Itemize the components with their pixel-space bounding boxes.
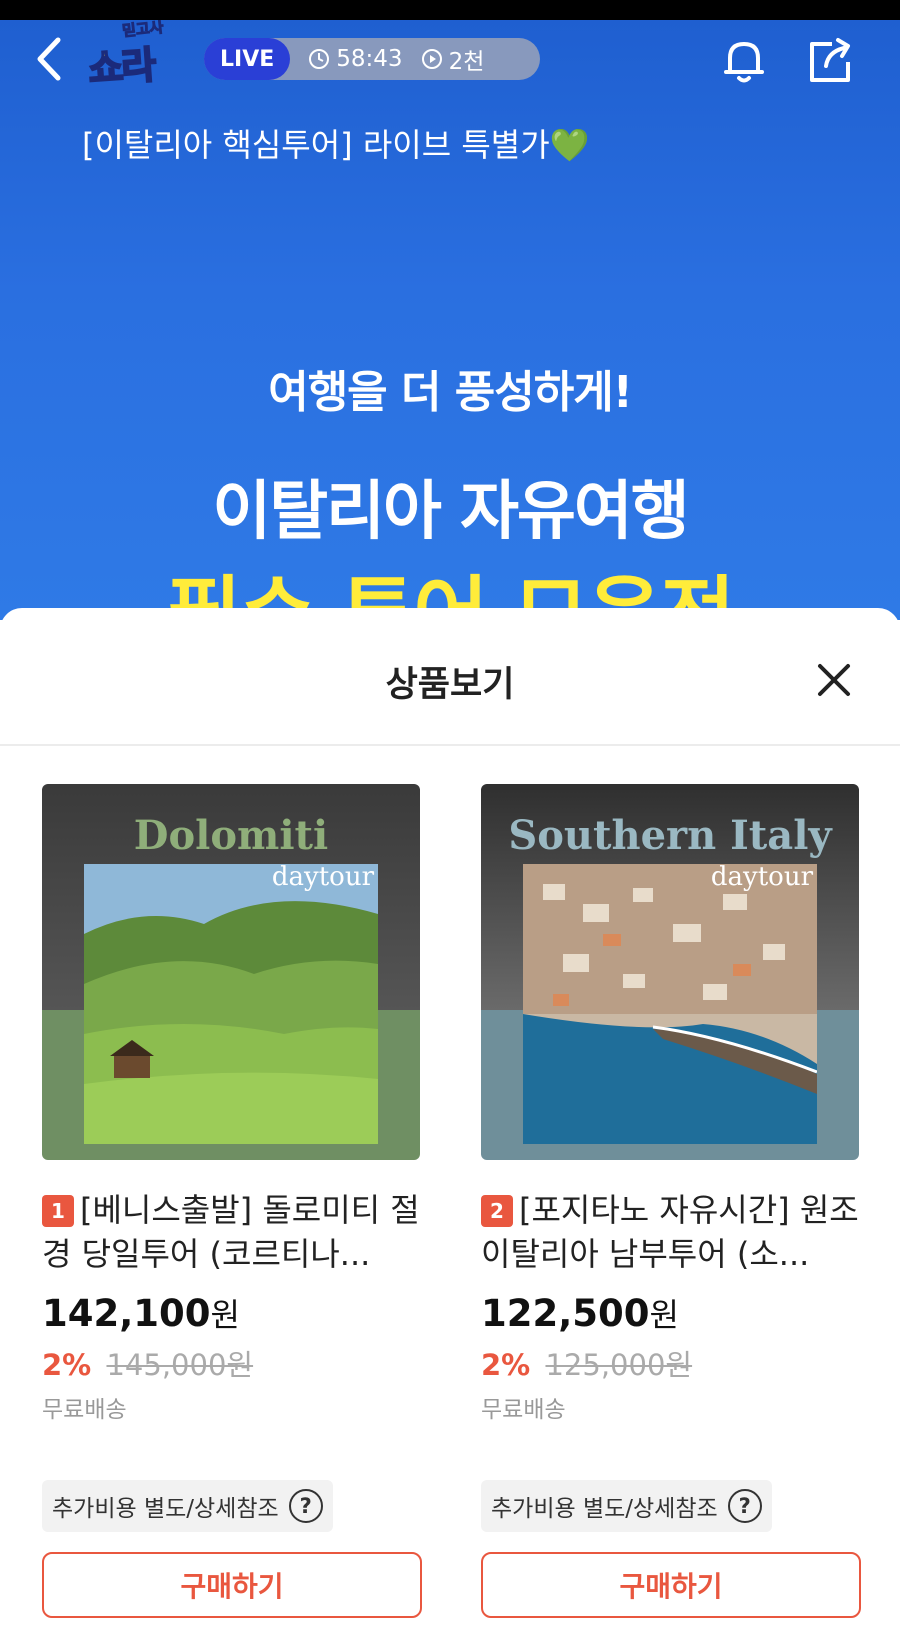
view-count: 2천 xyxy=(421,42,485,76)
close-icon[interactable] xyxy=(812,658,856,702)
promo-subtitle: 여행을 더 풍성하게! xyxy=(268,367,633,418)
live-badge: LIVE xyxy=(204,38,291,80)
thumbnail-subtitle: daytour xyxy=(271,862,374,892)
back-icon[interactable] xyxy=(28,34,72,84)
price-value: 142,100 xyxy=(42,1292,211,1335)
status-bar xyxy=(0,0,900,20)
original-price: 125,000원 xyxy=(545,1348,693,1382)
help-icon[interactable]: ? xyxy=(288,1489,323,1523)
landscape-image xyxy=(84,864,378,1144)
live-video[interactable]: 믿고사 쇼라 LIVE 58:43 2천 [이탈리아 핵심투어] 라이브 특별가… xyxy=(0,20,900,620)
price-value: 122,500 xyxy=(481,1292,650,1335)
extra-cost-text: 추가비용 별도/상세참조 xyxy=(52,1496,279,1522)
thumbnail-title: Southern Italy xyxy=(508,812,832,859)
live-title-text: [이탈리아 핵심투어] 라이브 특별가 xyxy=(82,126,550,164)
channel-logo[interactable]: 믿고사 쇼라 xyxy=(86,20,188,92)
product-sheet: 상품보기 Dolomiti daytour 1 [베니스출발] 돌로미티 절경 당… xyxy=(0,608,900,1647)
sheet-header: 상품보기 xyxy=(0,608,900,746)
clock-icon xyxy=(309,49,330,69)
discount-rate: 2% xyxy=(42,1348,92,1382)
share-icon[interactable] xyxy=(802,32,858,88)
product-price: 122,500원 xyxy=(481,1290,861,1336)
product-thumbnail[interactable]: Dolomiti daytour xyxy=(42,784,420,1160)
live-status-pill: LIVE 58:43 2천 xyxy=(204,38,540,80)
product-name-text: [포지타노 자유시간] 원조 이탈리아 남부투어 (소... xyxy=(481,1191,859,1273)
product-name-text: [베니스출발] 돌로미티 절경 당일투어 (코르티나... xyxy=(42,1191,420,1273)
extra-cost-notice[interactable]: 추가비용 별도/상세참조 ? xyxy=(42,1480,333,1532)
rank-badge: 2 xyxy=(481,1195,513,1227)
product-name[interactable]: 2 [포지타노 자유시간] 원조 이탈리아 남부투어 (소... xyxy=(481,1188,861,1276)
discount-row: 2% 125,000원 xyxy=(481,1342,861,1384)
live-title: [이탈리아 핵심투어] 라이브 특별가💚 xyxy=(82,120,590,166)
green-heart-icon: 💚 xyxy=(549,126,590,164)
bell-icon[interactable] xyxy=(716,32,772,88)
price-currency: 원 xyxy=(649,1296,679,1334)
discount-rate: 2% xyxy=(481,1348,531,1382)
rank-badge: 1 xyxy=(42,1195,74,1227)
product-name[interactable]: 1 [베니스출발] 돌로미티 절경 당일투어 (코르티나... xyxy=(42,1188,422,1276)
extra-cost-notice[interactable]: 추가비용 별도/상세참조 ? xyxy=(481,1480,772,1532)
coastal-town-image xyxy=(523,864,817,1144)
shipping-info: 무료배송 xyxy=(481,1397,566,1423)
view-count-text: 2천 xyxy=(448,49,485,75)
buy-button[interactable]: 구매하기 xyxy=(42,1552,422,1618)
original-price: 145,000원 xyxy=(106,1348,254,1382)
promo-headline: 이탈리아 자유여행 xyxy=(212,475,689,549)
product-card[interactable]: Dolomiti daytour 1 [베니스출발] 돌로미티 절경 당일투어 (… xyxy=(42,784,422,1618)
sheet-title: 상품보기 xyxy=(385,665,515,705)
help-icon[interactable]: ? xyxy=(727,1489,762,1523)
product-card[interactable]: Southern Italy daytour 2 [포지타노 자유시간] 원조 이… xyxy=(481,784,861,1618)
discount-row: 2% 145,000원 xyxy=(42,1342,422,1384)
timer-text: 58:43 xyxy=(336,46,403,72)
shipping-info: 무료배송 xyxy=(42,1397,127,1423)
extra-cost-text: 추가비용 별도/상세참조 xyxy=(491,1496,718,1522)
buy-button[interactable]: 구매하기 xyxy=(481,1552,861,1618)
thumbnail-title: Dolomiti xyxy=(133,812,329,859)
product-price: 142,100원 xyxy=(42,1290,422,1336)
play-icon xyxy=(421,49,442,69)
logo-main-text: 쇼라 xyxy=(86,42,157,92)
timer: 58:43 xyxy=(308,46,403,72)
product-thumbnail[interactable]: Southern Italy daytour xyxy=(481,784,859,1160)
thumbnail-subtitle: daytour xyxy=(710,862,813,892)
price-currency: 원 xyxy=(210,1296,240,1334)
